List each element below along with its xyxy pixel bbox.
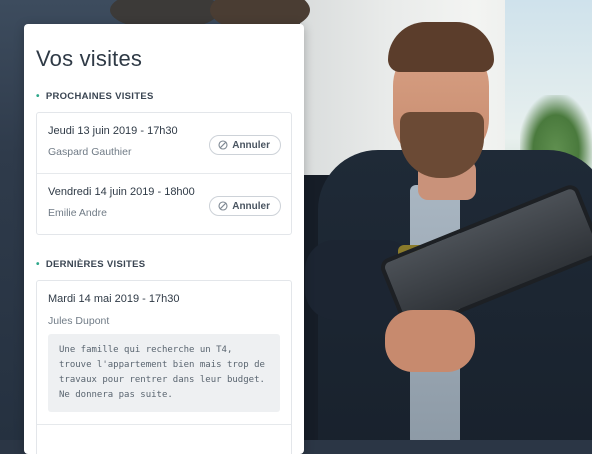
list-item <box>37 424 291 454</box>
visit-date: Jeudi 13 juin 2019 - 17h30 <box>48 125 178 137</box>
visit-date: Mardi 14 mai 2019 - 17h30 <box>48 293 180 305</box>
past-visits-heading-label: DERNIÈRES VISITES <box>45 259 146 270</box>
cancel-visit-button[interactable]: Annuler <box>209 196 281 216</box>
page-title: Vos visites <box>36 46 143 71</box>
upcoming-visits-list: Jeudi 13 juin 2019 - 17h30 Gaspard Gauth… <box>36 112 292 235</box>
list-item: Jeudi 13 juin 2019 - 17h30 Gaspard Gauth… <box>37 113 291 173</box>
past-visits-list: Mardi 14 mai 2019 - 17h30 Jules Dupont U… <box>36 280 292 454</box>
ban-icon <box>218 140 228 150</box>
person-hair <box>388 22 494 72</box>
list-item: Vendredi 14 juin 2019 - 18h00 Emilie And… <box>37 173 291 234</box>
person-hand-2 <box>385 310 475 372</box>
dot-icon: • <box>36 91 40 102</box>
upcoming-visits-heading: • PROCHAINES VISITES <box>36 91 154 102</box>
visitor-name: Jules Dupont <box>48 315 110 327</box>
upcoming-visits-heading-label: PROCHAINES VISITES <box>45 91 154 102</box>
dot-icon: • <box>36 259 40 270</box>
cancel-visit-label: Annuler <box>232 200 270 212</box>
visit-date: Vendredi 14 juin 2019 - 18h00 <box>48 186 195 198</box>
visitor-name: Gaspard Gauthier <box>48 146 132 158</box>
visit-note: Une famille qui recherche un T4, trouve … <box>48 334 280 412</box>
cancel-visit-label: Annuler <box>232 139 270 151</box>
past-visits-heading: • DERNIÈRES VISITES <box>36 259 145 270</box>
visits-card: Vos visites • PROCHAINES VISITES Jeudi 13… <box>24 24 304 454</box>
cancel-visit-button[interactable]: Annuler <box>209 135 281 155</box>
ban-icon <box>218 201 228 211</box>
visitor-name: Emilie Andre <box>48 207 107 219</box>
